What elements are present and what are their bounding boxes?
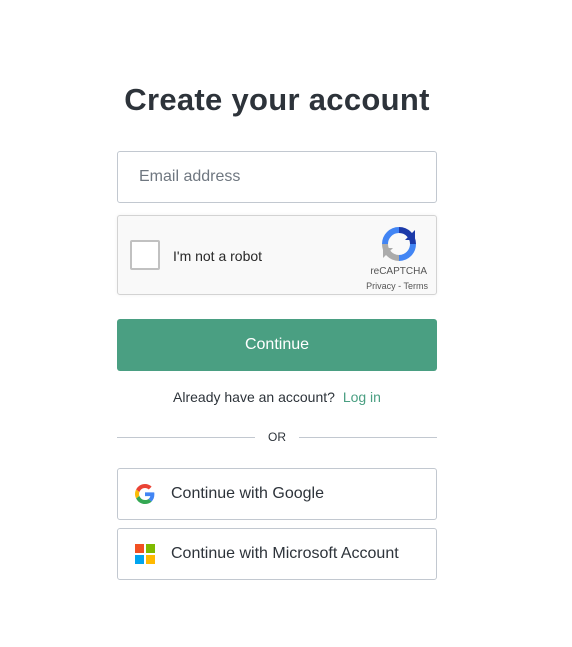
recaptcha-brand: reCAPTCHA (370, 266, 427, 277)
continue-button[interactable]: Continue (117, 319, 437, 371)
login-prompt-row: Already have an account? Log in (0, 389, 554, 405)
or-divider: OR (117, 428, 437, 446)
recaptcha-separator: - (395, 281, 404, 291)
continue-with-microsoft-button[interactable]: Continue with Microsoft Account (117, 528, 437, 580)
signup-page: Create your account I'm not a robot reCA… (0, 0, 572, 647)
recaptcha-links: Privacy - Terms (366, 281, 428, 291)
page-title: Create your account (124, 82, 430, 117)
recaptcha-terms-link[interactable]: Terms (404, 281, 429, 291)
recaptcha-label: I'm not a robot (173, 248, 263, 264)
continue-with-google-button[interactable]: Continue with Google (117, 468, 437, 520)
email-input[interactable] (117, 151, 437, 203)
microsoft-button-label: Continue with Microsoft Account (171, 545, 399, 562)
recaptcha-checkbox[interactable] (130, 240, 160, 270)
divider-line-right (299, 437, 437, 438)
recaptcha-widget: I'm not a robot reCAPTCHA Privacy - Term… (117, 215, 437, 295)
google-icon (135, 484, 155, 504)
recaptcha-privacy-link[interactable]: Privacy (366, 281, 396, 291)
recaptcha-logo-icon (382, 227, 416, 261)
login-link[interactable]: Log in (343, 389, 381, 405)
microsoft-icon (135, 544, 155, 564)
google-button-label: Continue with Google (171, 485, 324, 502)
login-prompt-text: Already have an account? (173, 389, 335, 405)
